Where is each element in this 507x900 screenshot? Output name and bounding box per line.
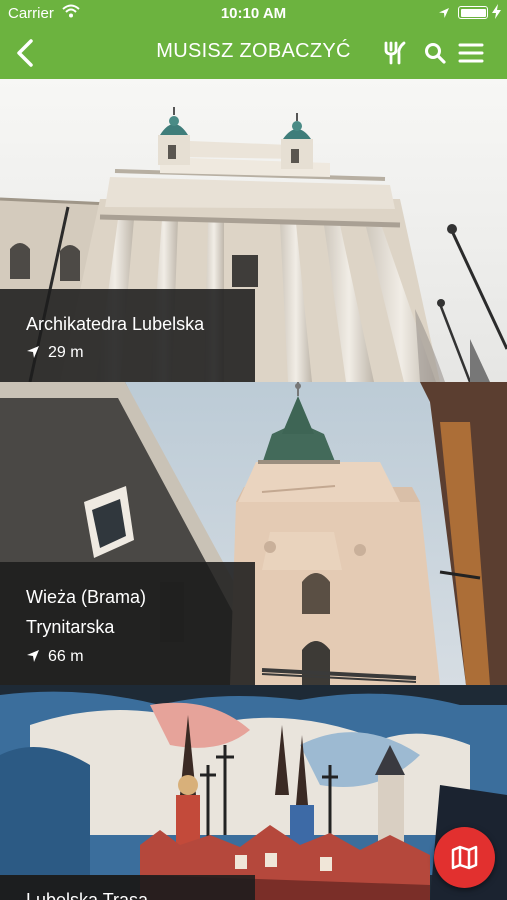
place-distance: 66 m bbox=[26, 648, 84, 666]
place-card[interactable]: Wieża (Brama) Trynitarska 66 m bbox=[0, 382, 507, 685]
places-list[interactable]: Archikatedra Lubelska 29 m Wieża (Brama)… bbox=[0, 79, 507, 900]
navigation-arrow-icon bbox=[27, 346, 39, 358]
search-icon[interactable] bbox=[422, 40, 448, 66]
charging-bolt-icon bbox=[492, 4, 501, 23]
place-name: Lubelska Trasa bbox=[26, 890, 149, 900]
status-bar: Carrier 10:10 AM bbox=[0, 0, 507, 28]
location-arrow-icon bbox=[438, 6, 450, 23]
battery-icon bbox=[458, 6, 488, 19]
distance-value: 66 m bbox=[48, 648, 84, 665]
place-card[interactable]: Lubelska Trasa bbox=[0, 685, 507, 900]
distance-value: 29 m bbox=[48, 344, 84, 361]
menu-icon[interactable] bbox=[458, 40, 484, 66]
painting-photo bbox=[0, 685, 507, 900]
clock: 10:10 AM bbox=[220, 5, 287, 22]
place-caption: Lubelska Trasa bbox=[0, 875, 255, 900]
map-icon bbox=[451, 845, 478, 870]
battery-level bbox=[460, 8, 486, 17]
fork-knife-icon[interactable] bbox=[382, 40, 408, 66]
place-caption: Archikatedra Lubelska 29 m bbox=[0, 289, 255, 382]
place-name-line1: Wieża (Brama) bbox=[26, 587, 147, 607]
place-name-line2: Trynitarska bbox=[26, 617, 115, 637]
place-card[interactable]: Archikatedra Lubelska 29 m bbox=[0, 79, 507, 382]
place-distance: 29 m bbox=[26, 344, 84, 362]
place-name: Archikatedra Lubelska bbox=[26, 314, 205, 334]
place-caption: Wieża (Brama) Trynitarska 66 m bbox=[0, 562, 255, 685]
navigation-arrow-icon bbox=[27, 650, 39, 662]
map-button[interactable] bbox=[434, 827, 495, 888]
nav-bar: MUSISZ ZOBACZYĆ bbox=[0, 28, 507, 79]
